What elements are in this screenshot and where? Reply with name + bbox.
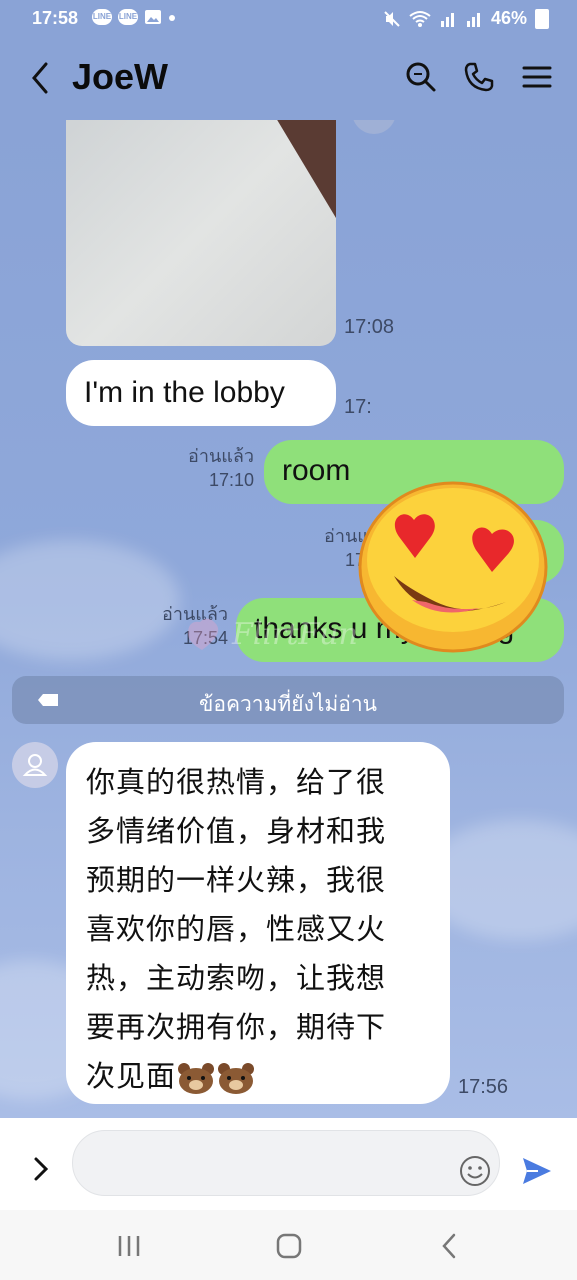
system-nav-bar — [0, 1210, 577, 1280]
notification-icons: LINE LINE — [92, 9, 176, 25]
message-line: 多情绪价值，身材和我 — [86, 814, 387, 848]
message-time: 17:10 — [208, 470, 254, 490]
mute-icon — [384, 10, 400, 27]
phone-icon[interactable] — [462, 60, 496, 94]
message-time: 17:56 — [458, 1076, 509, 1098]
heart-eyes-emoji-icon — [358, 481, 548, 653]
svg-text:FlirtFun: FlirtFun — [231, 617, 358, 652]
message-text: I'm in the lobby — [84, 376, 285, 409]
read-status: อ่านแล้ว — [188, 446, 254, 466]
incoming-message[interactable]: I'm in the lobby — [66, 360, 336, 426]
bear-emoji-icon — [218, 1063, 255, 1094]
message-line: 你真的很热情，给了很 — [86, 765, 387, 799]
photo-message[interactable] — [66, 120, 336, 346]
photo-content — [276, 120, 336, 218]
bear-emoji-icon — [178, 1063, 215, 1094]
avatar[interactable] — [12, 742, 58, 788]
message-text: room — [282, 454, 351, 487]
message-line: 次见面 — [86, 1059, 177, 1093]
signal-icon — [466, 12, 480, 27]
chevron-right-icon[interactable] — [30, 1156, 52, 1182]
message-line: 喜欢你的唇，性感又火 — [86, 912, 387, 946]
wifi-icon — [409, 10, 431, 27]
message-time: 17:08 — [344, 316, 395, 338]
message-line: 预期的一样火辣，我很 — [86, 863, 387, 897]
home-icon[interactable] — [274, 1232, 304, 1260]
line-notification-icon: LINE — [92, 9, 112, 25]
send-icon[interactable] — [520, 1154, 554, 1188]
search-icon[interactable] — [404, 60, 438, 94]
message-text: 你真的很热情，给了很 多情绪价值，身材和我 预期的一样火辣，我很 喜欢你的唇，性… — [86, 758, 426, 1101]
incoming-message[interactable]: 你真的很热情，给了很 多情绪价值，身材和我 预期的一样火辣，我很 喜欢你的唇，性… — [66, 742, 450, 1104]
signal-icon — [440, 12, 454, 27]
recent-apps-icon[interactable] — [114, 1232, 144, 1260]
unread-divider-label: ข้อความที่ยังไม่อ่าน — [198, 693, 377, 716]
battery-percent: 46% — [490, 8, 527, 28]
message-time: 17: — [344, 396, 372, 418]
message-line: 要再次拥有你，期待下 — [86, 1010, 387, 1044]
message-line-last: 次见面 — [86, 1052, 426, 1101]
back-icon[interactable] — [26, 60, 56, 96]
dot-icon — [169, 15, 175, 21]
smiley-icon[interactable] — [458, 1154, 492, 1188]
line-notification-icon: LINE — [118, 9, 138, 25]
message-line: 热，主动索吻，让我想 — [86, 961, 387, 995]
user-silhouette-icon — [22, 754, 48, 776]
read-receipt: อ่านแล้ว 17:10 — [160, 444, 254, 492]
share-button[interactable] — [352, 120, 396, 134]
input-bar — [0, 1118, 577, 1210]
status-bar: 17:58 LINE LINE 46% — [0, 0, 577, 36]
message-input[interactable] — [72, 1130, 500, 1196]
chat-header: JoeW — [0, 36, 577, 120]
status-right: 46% — [383, 8, 549, 29]
chat-area[interactable]: 17:08 I'm in the lobby 17: อ่านแล้ว 17:1… — [0, 120, 577, 1118]
menu-icon[interactable] — [520, 60, 554, 94]
unread-divider: ข้อความที่ยังไม่อ่าน — [12, 676, 564, 724]
image-notification-icon — [145, 10, 161, 24]
chat-title: JoeW — [72, 56, 169, 97]
status-time: 17:58 — [32, 8, 79, 28]
battery-icon — [535, 8, 549, 29]
nav-back-icon[interactable] — [436, 1232, 466, 1260]
